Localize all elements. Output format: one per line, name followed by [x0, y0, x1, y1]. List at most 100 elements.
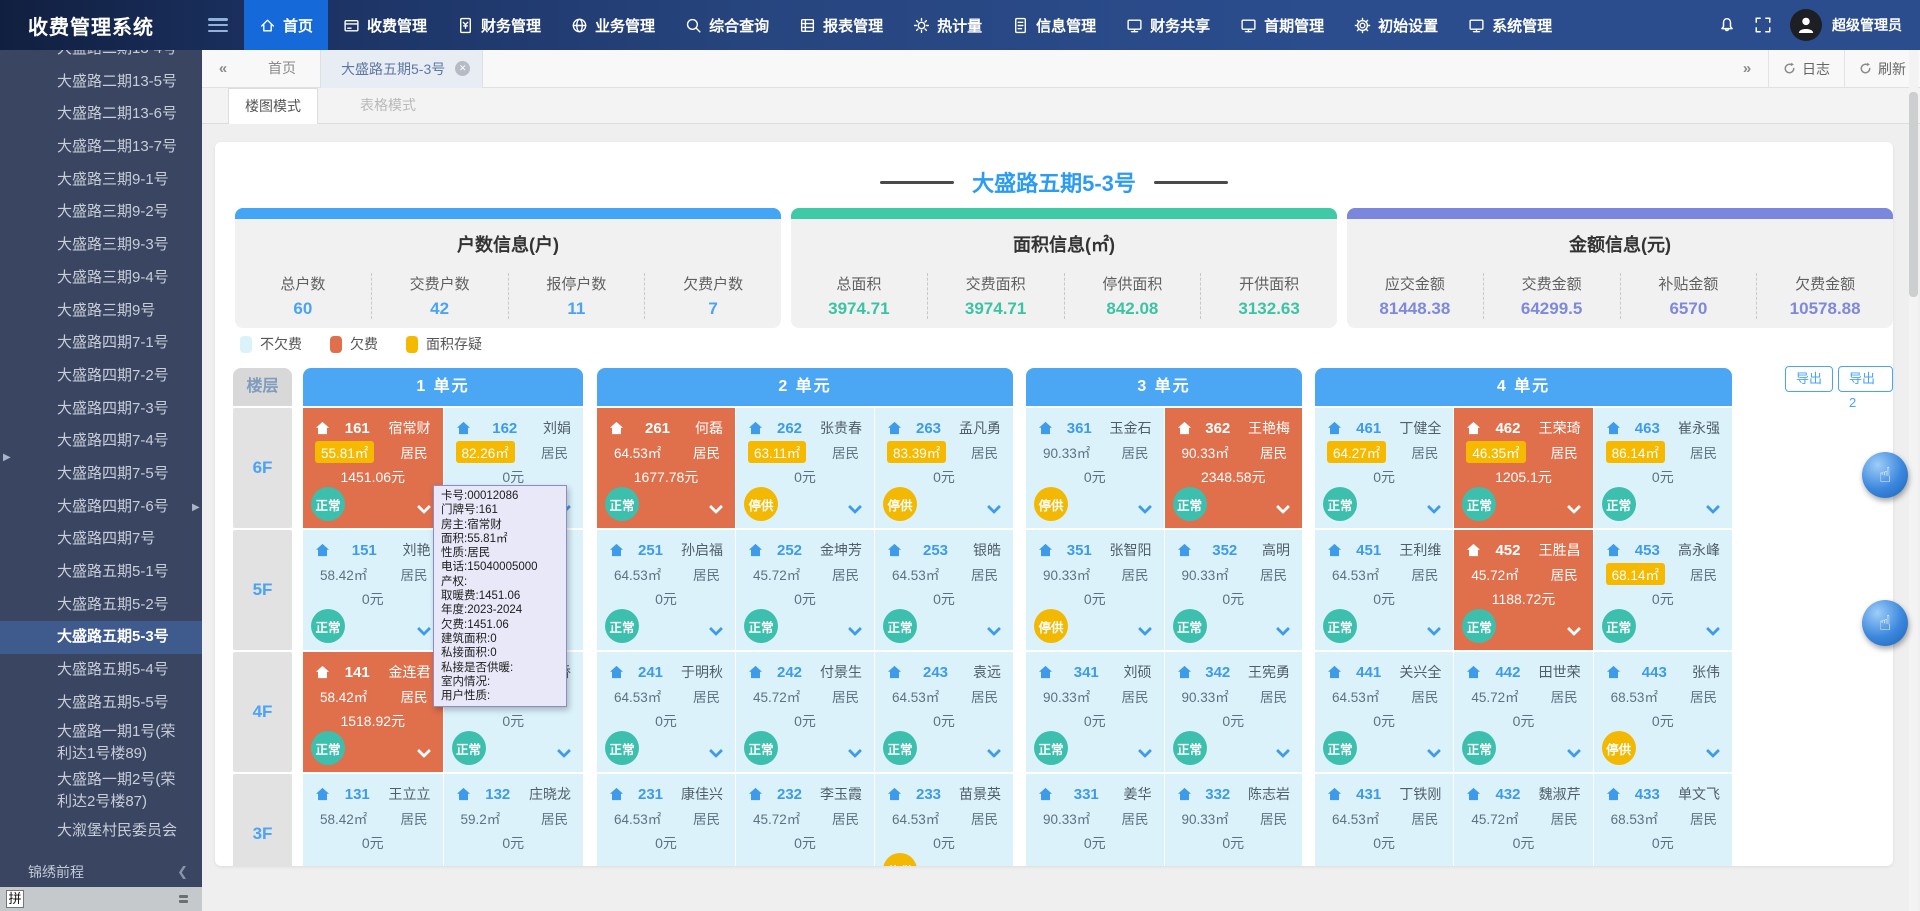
- tab-home[interactable]: 首页: [244, 50, 320, 87]
- chevron-down-icon[interactable]: [1567, 622, 1581, 636]
- tab-floor-map-mode[interactable]: 楼图模式: [228, 88, 318, 124]
- room-cell[interactable]: 452 王胜昌 45.72㎡ 居民 1188.72元 正常: [1454, 530, 1592, 650]
- close-tab-icon[interactable]: ✕: [455, 61, 470, 76]
- export-button[interactable]: 导出: [1785, 366, 1833, 392]
- chevron-down-icon[interactable]: [1137, 744, 1151, 758]
- chevron-down-icon[interactable]: [416, 622, 430, 636]
- sidebar-item-building[interactable]: 大盛路四期7-5号: [0, 458, 202, 491]
- chevron-down-icon[interactable]: [1706, 500, 1720, 514]
- fullscreen-icon[interactable]: [1754, 16, 1772, 34]
- sidebar-item-building[interactable]: 大盛路四期7-6号: [0, 491, 202, 524]
- nav-item[interactable]: 收费管理: [328, 0, 442, 50]
- sidebar-item-building[interactable]: 大盛路三期9-3号: [0, 229, 202, 262]
- nav-item[interactable]: 首期管理: [1225, 0, 1339, 50]
- chevron-down-icon[interactable]: [709, 622, 723, 636]
- room-cell[interactable]: 263 孟凡勇 83.39㎡ 居民 0元 停供: [875, 408, 1013, 528]
- sidebar-item-building[interactable]: 大盛路一期1号(荣利达1号楼89): [0, 719, 202, 767]
- nav-item[interactable]: 信息管理: [997, 0, 1111, 50]
- room-cell[interactable]: 351 张智阳 90.33㎡ 居民 0元 停供: [1026, 530, 1164, 650]
- chevron-down-icon[interactable]: [709, 500, 723, 514]
- collapse-left-icon[interactable]: ❮: [177, 856, 188, 888]
- room-cell[interactable]: 331 姜华 90.33㎡ 居民 0元: [1026, 774, 1164, 866]
- chevron-down-icon[interactable]: [1427, 744, 1441, 758]
- sidebar-item-building[interactable]: 大盛路四期7-2号: [0, 360, 202, 393]
- nav-item[interactable]: 财务共享: [1111, 0, 1225, 50]
- room-cell[interactable]: 362 王艳梅 90.33㎡ 居民 2348.58元 正常: [1165, 408, 1303, 528]
- room-cell[interactable]: 361 玉金石 90.33㎡ 居民 0元 停供: [1026, 408, 1164, 528]
- chevron-down-icon[interactable]: [1427, 500, 1441, 514]
- room-cell[interactable]: 251 孙启福 64.53㎡ 居民 0元 正常: [597, 530, 735, 650]
- nav-item[interactable]: 综合查询: [670, 0, 784, 50]
- ime-tools-icon[interactable]: [179, 895, 188, 903]
- export-button[interactable]: 导出2: [1838, 366, 1893, 392]
- scroll-tabs-left-icon[interactable]: «: [202, 60, 244, 77]
- room-cell[interactable]: 431 丁铁刚 64.53㎡ 居民 0元: [1315, 774, 1453, 866]
- chevron-down-icon[interactable]: [1427, 622, 1441, 636]
- room-cell[interactable]: 252 金坤芳 45.72㎡ 居民 0元 正常: [736, 530, 874, 650]
- room-cell[interactable]: 462 王荣琦 46.35㎡ 居民 1205.1元 正常: [1454, 408, 1592, 528]
- room-cell[interactable]: 233 苗景英 64.53㎡ 居民 0元 停供: [875, 774, 1013, 866]
- sidebar-item-building[interactable]: 大盛路三期9号: [0, 295, 202, 328]
- sidebar-item-building[interactable]: 大盛路五期5-5号: [0, 687, 202, 720]
- tab-table-mode[interactable]: 表格模式: [348, 88, 428, 124]
- room-cell[interactable]: 342 王宪勇 90.33㎡ 居民 0元 正常: [1165, 652, 1303, 772]
- room-cell[interactable]: 463 崔永强 86.14㎡ 居民 0元 正常: [1594, 408, 1732, 528]
- sidebar-item-building[interactable]: 大盛路二期13-5号: [0, 66, 202, 99]
- chevron-down-icon[interactable]: [987, 500, 1001, 514]
- ime-indicator[interactable]: 拼: [6, 890, 24, 908]
- room-cell[interactable]: 242 付景生 45.72㎡ 居民 0元 正常: [736, 652, 874, 772]
- room-cell[interactable]: 243 袁远 64.53㎡ 居民 0元 正常: [875, 652, 1013, 772]
- chevron-down-icon[interactable]: [848, 744, 862, 758]
- chevron-down-icon[interactable]: [1706, 622, 1720, 636]
- sidebar-item-building[interactable]: 大盛路五期5-1号: [0, 556, 202, 589]
- sidebar-item-building[interactable]: 大盛路一期2号(荣利达2号楼87): [0, 767, 202, 815]
- nav-item[interactable]: 首页: [244, 0, 328, 50]
- room-cell[interactable]: 262 张贵春 63.11㎡ 居民 0元 停供: [736, 408, 874, 528]
- room-cell[interactable]: 461 丁健全 64.27㎡ 居民 0元 正常: [1315, 408, 1453, 528]
- sidebar-item-building[interactable]: 大盛路四期7-4号: [0, 425, 202, 458]
- room-cell[interactable]: 231 康佳兴 64.53㎡ 居民 0元: [597, 774, 735, 866]
- room-cell[interactable]: 161 宿常财 55.81㎡ 居民 1451.06元 正常: [303, 408, 443, 528]
- room-cell[interactable]: 332 陈志岩 90.33㎡ 居民 0元: [1165, 774, 1303, 866]
- tab-current-building[interactable]: 大盛路五期5-3号 ✕: [320, 50, 483, 88]
- chevron-down-icon[interactable]: [1276, 622, 1290, 636]
- sidebar-item-building[interactable]: 大盛路二期13-7号: [0, 131, 202, 164]
- menu-toggle-icon[interactable]: [208, 18, 228, 32]
- chevron-down-icon[interactable]: [709, 744, 723, 758]
- sidebar-item-building[interactable]: 大盛路四期7-1号: [0, 327, 202, 360]
- log-button[interactable]: 日志: [1769, 50, 1844, 87]
- chevron-down-icon[interactable]: [987, 622, 1001, 636]
- page-scrollbar-thumb[interactable]: [1909, 92, 1918, 297]
- chevron-down-icon[interactable]: [1137, 500, 1151, 514]
- chevron-down-icon[interactable]: [1276, 744, 1290, 758]
- chevron-down-icon[interactable]: [848, 500, 862, 514]
- sidebar-footer-project[interactable]: 锦绣前程 ❮: [0, 856, 202, 888]
- nav-item[interactable]: 业务管理: [556, 0, 670, 50]
- chevron-down-icon[interactable]: [1137, 622, 1151, 636]
- chevron-down-icon[interactable]: [416, 500, 430, 514]
- nav-item[interactable]: 系统管理: [1453, 0, 1567, 50]
- sidebar-item-building[interactable]: 大盛路二期13-4号: [0, 50, 202, 66]
- chevron-down-icon[interactable]: [1276, 500, 1290, 514]
- bell-icon[interactable]: [1718, 16, 1736, 34]
- room-cell[interactable]: 451 王利维 64.53㎡ 居民 0元 正常: [1315, 530, 1453, 650]
- panel-expand-handle-icon[interactable]: ▶: [3, 452, 11, 463]
- room-cell[interactable]: 241 于明秋 64.53㎡ 居民 0元 正常: [597, 652, 735, 772]
- room-cell[interactable]: 141 金连君 58.42㎡ 居民 1518.92元 正常: [303, 652, 443, 772]
- room-cell[interactable]: 232 李玉霞 45.72㎡ 居民 0元: [736, 774, 874, 866]
- room-cell[interactable]: 442 田世荣 45.72㎡ 居民 0元 正常: [1454, 652, 1592, 772]
- sidebar-item-building[interactable]: 大盛路四期7号: [0, 523, 202, 556]
- room-cell[interactable]: 253 银皓 64.53㎡ 居民 0元 正常: [875, 530, 1013, 650]
- sidebar-item-building[interactable]: 大盛路二期13-6号: [0, 98, 202, 131]
- room-cell[interactable]: 261 何磊 64.53㎡ 居民 1677.78元 正常: [597, 408, 735, 528]
- room-cell[interactable]: 131 王立立 58.42㎡ 居民 0元: [303, 774, 443, 866]
- chevron-down-icon[interactable]: [987, 744, 1001, 758]
- room-cell[interactable]: 341 刘硕 90.33㎡ 居民 0元 正常: [1026, 652, 1164, 772]
- room-cell[interactable]: 132 庄晓龙 59.2㎡ 居民 0元: [444, 774, 584, 866]
- avatar[interactable]: [1790, 9, 1822, 41]
- room-cell[interactable]: 151 刘艳 58.42㎡ 居民 0元 正常: [303, 530, 443, 650]
- ime-toolbar[interactable]: 拼: [0, 887, 202, 911]
- sidebar-item-building[interactable]: 大盛路五期5-3号: [0, 621, 202, 654]
- room-cell[interactable]: 352 高明 90.33㎡ 居民 0元 正常: [1165, 530, 1303, 650]
- chevron-down-icon[interactable]: [848, 622, 862, 636]
